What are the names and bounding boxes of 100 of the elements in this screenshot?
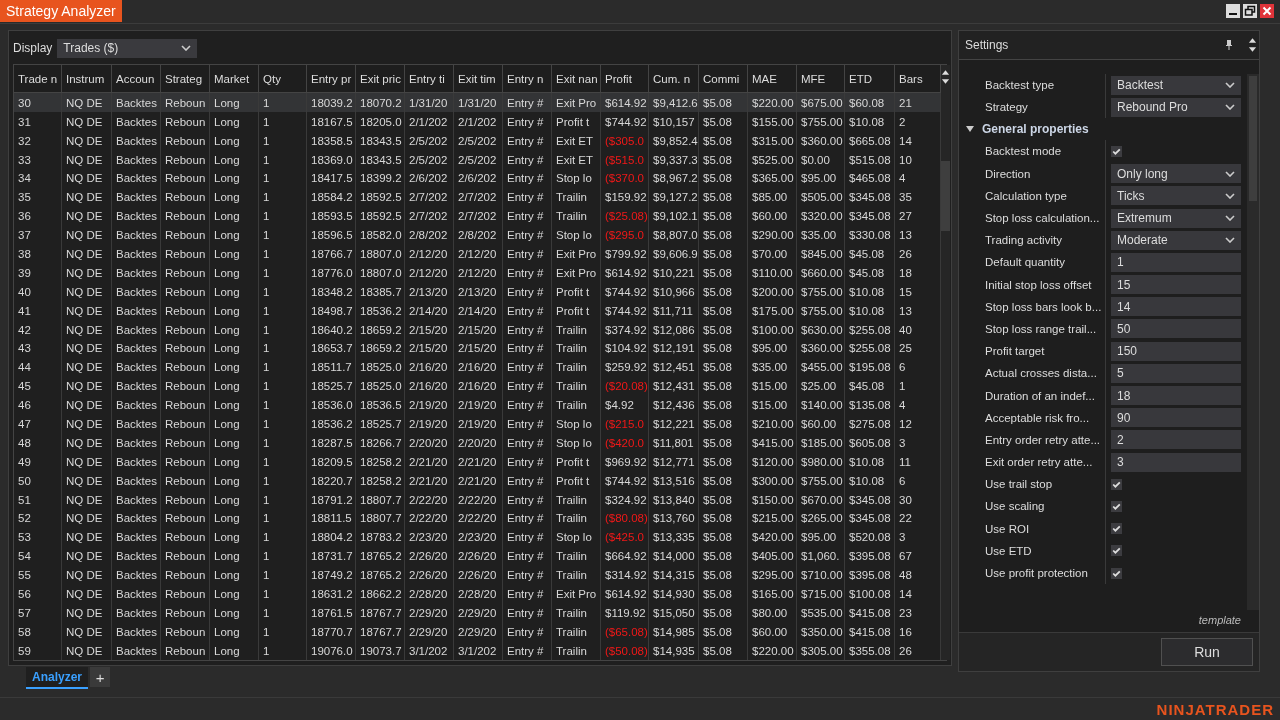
display-dropdown[interactable]: Trades ($) <box>57 38 198 58</box>
close-icon[interactable] <box>1260 4 1274 18</box>
column-header[interactable]: Instrum <box>62 65 112 93</box>
property-dropdown[interactable]: Only long <box>1111 164 1241 184</box>
pin-icon[interactable] <box>1225 39 1233 51</box>
property-dropdown[interactable]: Moderate <box>1111 230 1241 250</box>
property-field[interactable]: 2 <box>1111 430 1241 450</box>
checkbox[interactable] <box>1111 545 1122 557</box>
table-cell: Reboun <box>161 546 210 566</box>
group-heading: General properties <box>982 122 1089 137</box>
column-header[interactable]: Entry ti <box>405 65 454 93</box>
property-field[interactable]: 1 <box>1111 252 1241 272</box>
table-cell: $60.00 <box>748 206 797 226</box>
property-dropdown[interactable]: Extremum <box>1111 208 1241 228</box>
property-field[interactable]: 15 <box>1111 275 1241 295</box>
column-header[interactable]: Entry n <box>503 65 552 93</box>
tab[interactable]: Analyzer <box>26 667 89 689</box>
template-label: template <box>1198 614 1241 626</box>
property-field[interactable]: 150 <box>1111 341 1241 361</box>
table-cell: 18369.0 <box>307 150 356 169</box>
checkbox[interactable] <box>1111 145 1122 157</box>
scroll-down-icon[interactable] <box>941 79 950 85</box>
table-cell: ($25.08) <box>601 206 649 226</box>
column-header[interactable]: MFE <box>797 65 845 93</box>
column-header[interactable]: ETD <box>845 65 895 93</box>
table-cell: 34 <box>14 168 62 188</box>
property-field[interactable]: 5 <box>1111 363 1241 383</box>
scroll-up-icon[interactable] <box>1247 37 1257 43</box>
column-header[interactable]: Accoun <box>112 65 161 93</box>
table-cell: $630.00 <box>797 320 845 339</box>
table-cell: Reboun <box>161 509 210 528</box>
table-cell: NQ DE <box>62 187 112 207</box>
table-cell: 2/5/202 <box>405 150 454 169</box>
checkbox[interactable] <box>1111 478 1122 490</box>
property-label: Use scaling <box>959 495 1106 518</box>
table-cell: Entry # <box>503 225 552 245</box>
scroll-down-icon[interactable] <box>1247 47 1257 53</box>
column-header[interactable]: Market <box>210 65 259 93</box>
minimize-icon[interactable] <box>1226 4 1240 18</box>
column-header[interactable]: Profit <box>601 65 649 93</box>
table-cell: $9,127.2 <box>649 187 699 207</box>
table-cell: 18749.2 <box>307 565 356 585</box>
table-cell: Long <box>210 225 259 245</box>
table-row[interactable]: 30 NQ DE Backtes Reboun Long 1 18039.2 18070.2 1/31/20 1/31/20 Entry # Exit Pro $614.92 $9,412.6 $5.08 $220.00 $675.00 $60.08 21 <box>14 93 941 113</box>
table-cell: 1 <box>259 546 307 566</box>
property-label: Calculation type <box>959 184 1106 207</box>
scrollbar[interactable] <box>941 65 950 660</box>
table-cell: Entry # <box>503 168 552 188</box>
table-cell: Long <box>210 187 259 207</box>
column-header[interactable]: Exit nan <box>552 65 601 93</box>
property-label: Direction <box>959 162 1106 185</box>
table-cell: Long <box>210 150 259 169</box>
scroll-up-icon[interactable] <box>941 69 950 75</box>
column-header[interactable]: Exit pric <box>356 65 405 93</box>
table-cell: $1,060. <box>797 546 845 566</box>
column-header[interactable]: Qty <box>259 65 307 93</box>
column-header[interactable]: Trade n <box>14 65 62 93</box>
property-field[interactable]: 90 <box>1111 408 1241 428</box>
table-cell: 46 <box>14 395 62 415</box>
property-field[interactable]: 18 <box>1111 386 1241 406</box>
run-button[interactable]: Run <box>1161 638 1253 666</box>
table-cell: Backtes <box>112 509 161 528</box>
checkbox[interactable] <box>1111 567 1122 579</box>
table-cell: $515.08 <box>845 150 895 169</box>
table-cell: 18584.2 <box>307 187 356 207</box>
column-header[interactable]: Exit tim <box>454 65 503 93</box>
property-dropdown[interactable]: Ticks <box>1111 186 1241 206</box>
restore-icon[interactable] <box>1243 4 1257 18</box>
table-cell: $465.08 <box>845 168 895 188</box>
table-cell: $12,431 <box>649 376 699 396</box>
table-cell: $0.00 <box>797 150 845 169</box>
panel-title: Settings <box>965 38 1010 52</box>
checkbox[interactable] <box>1111 523 1122 535</box>
table-cell: Entry # <box>503 150 552 169</box>
column-header[interactable]: Cum. n <box>649 65 699 93</box>
table-cell: $5.08 <box>699 357 748 377</box>
table-cell: 54 <box>14 546 62 566</box>
property-dropdown[interactable]: Rebound Pro <box>1111 97 1241 117</box>
column-header[interactable]: Strateg <box>161 65 210 93</box>
table-cell: Backtes <box>112 320 161 339</box>
table-cell: Backtes <box>112 187 161 207</box>
table-cell: NQ DE <box>62 527 112 547</box>
table-cell: 2/16/20 <box>405 357 454 377</box>
column-header[interactable]: Entry pr <box>307 65 356 93</box>
table-cell: 3/1/202 <box>405 641 454 661</box>
property-field[interactable]: 3 <box>1111 452 1241 472</box>
property-dropdown[interactable]: Backtest <box>1111 75 1241 95</box>
column-header[interactable]: MAE <box>748 65 797 93</box>
table-cell: Reboun <box>161 187 210 207</box>
property-field[interactable]: 14 <box>1111 297 1241 317</box>
column-header[interactable]: Commi <box>699 65 748 93</box>
table-cell: 19073.7 <box>356 641 405 661</box>
add-tab-button[interactable]: + <box>90 667 111 687</box>
checkbox[interactable] <box>1111 500 1122 512</box>
table-cell: $5.08 <box>699 187 748 207</box>
property-field[interactable]: 50 <box>1111 319 1241 339</box>
table-cell: $5.08 <box>699 509 748 528</box>
table-cell: 1 <box>259 187 307 207</box>
table-cell: Backtes <box>112 395 161 415</box>
scroll-thumb[interactable] <box>941 161 950 231</box>
